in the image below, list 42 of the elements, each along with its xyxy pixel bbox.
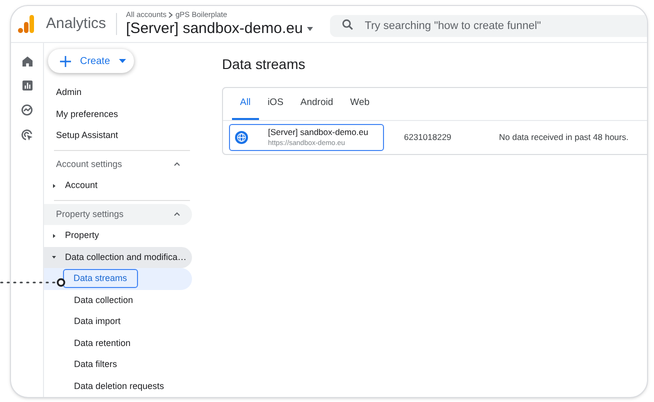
target-cursor-icon[interactable]: [21, 129, 33, 141]
globe-icon: [235, 131, 248, 144]
chevron-up-icon: [174, 212, 180, 216]
tab[interactable]: All: [232, 88, 259, 120]
product-name: Analytics: [46, 14, 106, 34]
section-header[interactable]: Property settings: [44, 204, 192, 225]
nav-group[interactable]: Data collection and modifica…: [44, 246, 192, 268]
nav-group[interactable]: Account: [44, 175, 192, 196]
property-selector[interactable]: [Server] sandbox-demo.eu: [126, 20, 313, 38]
caret-right-icon: [52, 234, 56, 238]
bar-chart-logo-icon: [18, 15, 34, 33]
tab[interactable]: iOS: [260, 88, 292, 120]
nav-group[interactable]: Property: [44, 225, 192, 246]
nav-item[interactable]: Data filters: [64, 355, 128, 374]
section-header[interactable]: Account settings: [44, 154, 192, 175]
stream-status: No data received in past 48 hours.: [499, 131, 628, 144]
nav-link[interactable]: Admin: [44, 82, 192, 104]
nav-item[interactable]: Data retention: [64, 334, 141, 353]
page-title: Data streams: [222, 55, 306, 74]
trend-circle-icon[interactable]: [21, 104, 33, 116]
caret-down-icon: [306, 27, 313, 31]
bar-chart-icon[interactable]: [22, 80, 32, 91]
search-field[interactable]: Try searching "how to create funnel": [330, 15, 647, 37]
nav-link[interactable]: Setup Assistant: [44, 125, 192, 146]
chevron-right-icon: [168, 12, 174, 18]
create-button[interactable]: Create: [48, 49, 134, 73]
home-icon[interactable]: [22, 56, 32, 67]
search-icon: [342, 18, 353, 30]
caret-right-icon: [52, 184, 56, 188]
nav-item[interactable]: Data deletion requests: [64, 376, 174, 396]
nav-item[interactable]: Data collection: [64, 290, 144, 310]
chevron-up-icon: [174, 162, 180, 166]
plus-icon: [60, 56, 71, 66]
tab[interactable]: Web: [342, 88, 378, 120]
nav-item[interactable]: Data import: [64, 312, 131, 332]
stream-id: 6231018229: [404, 131, 452, 144]
caret-down-icon: [52, 255, 56, 260]
nav-link[interactable]: My preferences: [44, 104, 192, 125]
caret-down-icon: [119, 59, 126, 63]
stream-name: [Server] sandbox-demo.eu: [268, 126, 368, 138]
nav-item[interactable]: Data streams: [62, 269, 138, 288]
tab[interactable]: Android: [292, 88, 342, 120]
